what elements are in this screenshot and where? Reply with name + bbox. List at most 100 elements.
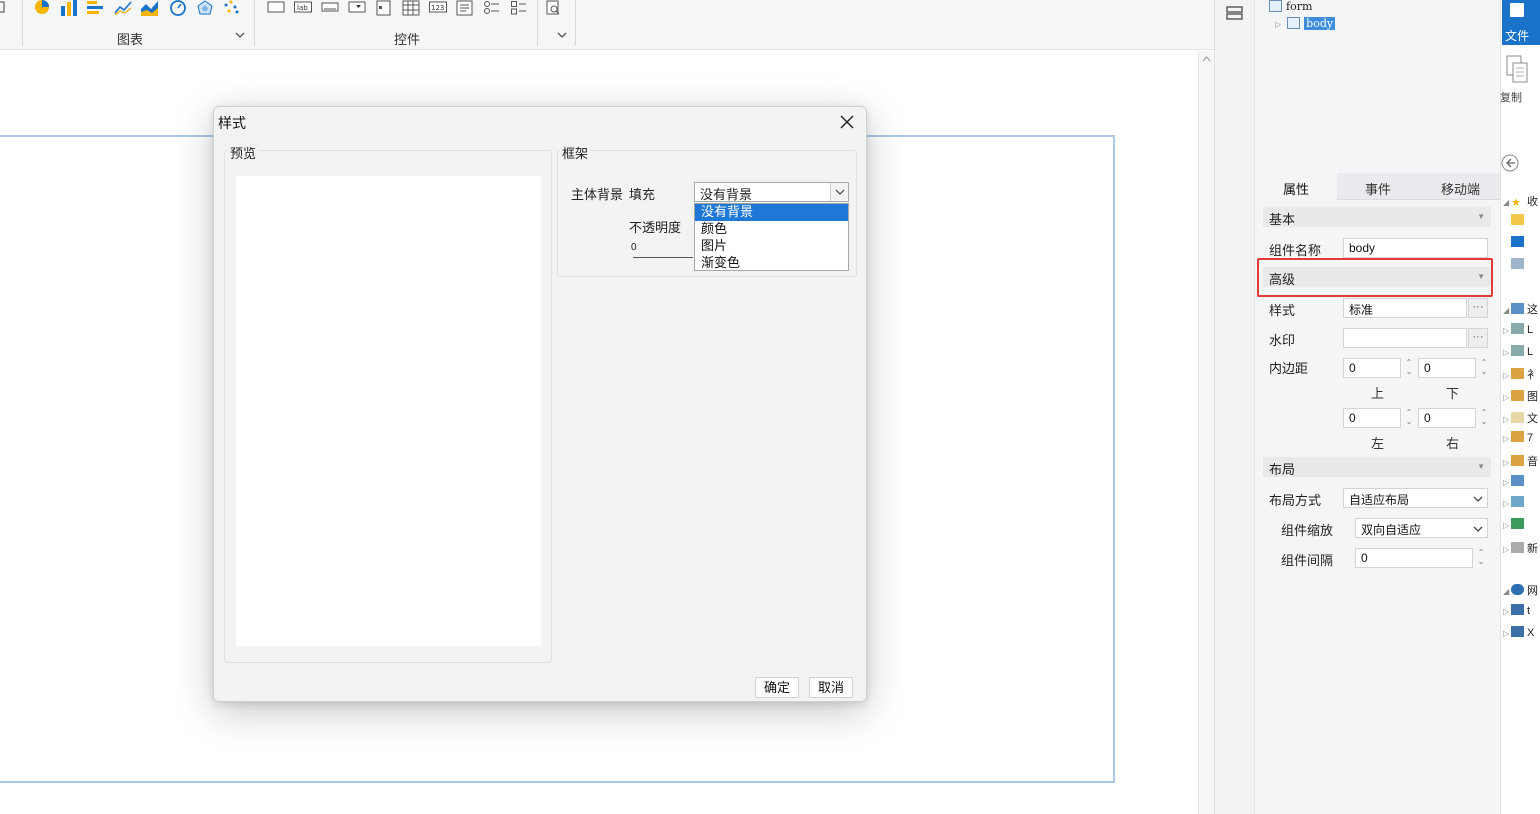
explorer-item-music[interactable]: ▷ 音 [1503, 453, 1538, 469]
chevron-down-icon[interactable] [830, 183, 848, 201]
tab-mobile[interactable]: 移动端 [1441, 179, 1480, 198]
tab-events[interactable]: 事件 [1365, 179, 1391, 198]
component-name-input[interactable]: body [1343, 238, 1488, 258]
textbox-control-icon[interactable] [321, 0, 339, 16]
explorer-item-disk[interactable]: ▷ [1503, 518, 1527, 531]
fill-select[interactable]: 没有背景 [694, 182, 849, 202]
collapse-icon[interactable]: ▼ [1477, 212, 1485, 221]
padding-bottom-stepper[interactable]: ⌃ ⌄ [1477, 358, 1491, 378]
style-ellipsis-button[interactable]: ··· [1468, 298, 1488, 318]
watermark-ellipsis-button[interactable]: ··· [1468, 328, 1488, 348]
padding-right-stepper[interactable]: ⌃ ⌄ [1477, 408, 1491, 428]
component-scale-value: 双向自适应 [1361, 523, 1422, 537]
document-icon [1510, 3, 1524, 17]
fill-label: 填充 [629, 187, 656, 202]
padding-top-input[interactable]: 0 [1343, 358, 1401, 378]
preview-icon[interactable] [545, 0, 563, 16]
padding-left-stepper[interactable]: ⌃ ⌄ [1402, 408, 1416, 428]
layout-icon[interactable] [1226, 5, 1244, 21]
padding-left-input[interactable]: 0 [1343, 408, 1401, 428]
explorer-item-network-pc[interactable]: ▷ X [1503, 626, 1534, 639]
scatter-chart-icon[interactable] [223, 0, 241, 16]
frame-control-icon[interactable] [267, 0, 285, 16]
explorer-item-folder[interactable] [1503, 214, 1527, 227]
explorer-item-network[interactable]: ◢ 网 [1503, 582, 1538, 598]
component-scale-label: 组件缩放 [1281, 523, 1334, 538]
body-background-label: 主体背景 [571, 187, 624, 202]
ribbon-separator [575, 0, 576, 46]
explorer-item-favorites[interactable]: ◢ ★ 收 [1503, 193, 1538, 209]
section-basic-header[interactable]: 基本 ▼ [1263, 207, 1491, 227]
explorer-item-label: 文 [1527, 413, 1538, 425]
ribbon-separator [537, 0, 538, 46]
ribbon-toolbar: 图表 lab 123 控件 [0, 0, 1214, 50]
label-control-icon[interactable]: lab [294, 0, 312, 16]
line-chart-icon[interactable] [114, 0, 132, 16]
back-icon[interactable] [1501, 153, 1521, 176]
section-layout-header[interactable]: 布局 ▼ [1263, 457, 1491, 477]
explorer-item-local-disk[interactable]: ▷ [1503, 496, 1527, 509]
tab-properties[interactable]: 属性 [1283, 179, 1309, 198]
gauge-chart-icon[interactable] [169, 0, 187, 16]
checkbox-group-control-icon[interactable] [510, 0, 528, 16]
explorer-item-documents[interactable]: ▷ 文 [1503, 410, 1538, 426]
explorer-item-drive[interactable]: ▷ L [1503, 345, 1533, 358]
grid-control-icon[interactable] [402, 0, 420, 16]
section-basic-title: 基本 [1269, 212, 1296, 227]
explorer-item-video[interactable]: ▷ 衤 [1503, 366, 1538, 382]
chevron-down-icon[interactable] [235, 31, 245, 42]
chevron-down-icon[interactable] [1473, 523, 1483, 533]
watermark-label: 水印 [1269, 333, 1296, 348]
padding-top-stepper[interactable]: ⌃ ⌄ [1402, 358, 1416, 378]
tree-expand-icon[interactable]: ▷ [1275, 20, 1281, 29]
column-chart-icon[interactable] [60, 0, 78, 16]
pie-chart-icon[interactable] [34, 0, 52, 16]
cancel-button[interactable]: 取消 [809, 677, 853, 698]
ok-button[interactable]: 确定 [755, 677, 799, 698]
tree-node-form[interactable]: form [1269, 0, 1312, 13]
opacity-slider[interactable] [633, 257, 693, 258]
file-tab-label: 文件 [1505, 29, 1530, 43]
style-input[interactable]: 标准 [1343, 298, 1467, 318]
scroll-up-icon[interactable] [1202, 54, 1211, 64]
radio-group-control-icon[interactable] [483, 0, 501, 16]
padding-top-caption: 上 [1371, 386, 1385, 401]
component-scale-select[interactable]: 双向自适应 [1355, 518, 1488, 538]
padding-right-input[interactable]: 0 [1418, 408, 1476, 428]
chevron-down-icon[interactable] [1473, 493, 1483, 503]
component-gap-input[interactable]: 0 [1355, 548, 1473, 568]
explorer-item-this-pc[interactable]: ◢ 这 [1503, 301, 1538, 317]
explorer-item-pictures[interactable]: ▷ 图 [1503, 388, 1538, 404]
radar-chart-icon[interactable] [196, 0, 214, 16]
explorer-item-recent[interactable] [1503, 258, 1527, 271]
bar-chart-icon[interactable] [87, 0, 105, 16]
explorer-item-label: 新 [1527, 543, 1538, 555]
dropdown-control-icon[interactable] [348, 0, 366, 16]
collapse-icon[interactable]: ▼ [1477, 462, 1485, 471]
fill-option-image[interactable]: 图片 [695, 238, 848, 255]
padding-bottom-input[interactable]: 0 [1418, 358, 1476, 378]
explorer-item-downloads[interactable]: ▷ 7 [1503, 431, 1533, 444]
date-control-icon[interactable] [375, 0, 393, 16]
textarea-control-icon[interactable] [456, 0, 474, 16]
fill-option-gradient[interactable]: 渐变色 [695, 255, 848, 272]
dialog-title: 样式 [218, 115, 246, 131]
explorer-item-drive[interactable]: ▷ L [1503, 323, 1533, 336]
explorer-item-desktop[interactable]: ▷ [1503, 475, 1527, 488]
fill-option-color[interactable]: 颜色 [695, 221, 848, 238]
explorer-item-new-volume[interactable]: ▷ 新 [1503, 540, 1538, 556]
tree-node-body[interactable]: ▷ body [1275, 17, 1336, 30]
number-control-icon[interactable]: 123 [429, 0, 447, 16]
copy-icon[interactable] [1505, 55, 1529, 88]
fill-option-none[interactable]: 没有背景 [695, 204, 848, 221]
watermark-input[interactable] [1343, 328, 1467, 348]
layout-mode-select[interactable]: 自适应布局 [1343, 488, 1488, 508]
close-icon[interactable] [837, 112, 857, 132]
file-tab[interactable]: 文件 [1502, 0, 1540, 45]
explorer-item-network-pc[interactable]: ▷ t [1503, 604, 1530, 617]
area-chart-icon[interactable] [141, 0, 159, 16]
chevron-down-icon[interactable] [557, 31, 567, 42]
explorer-item-desktop[interactable] [1503, 236, 1527, 249]
canvas-scrollbar[interactable] [1198, 51, 1214, 814]
component-gap-stepper[interactable]: ⌃ ⌄ [1474, 548, 1488, 568]
